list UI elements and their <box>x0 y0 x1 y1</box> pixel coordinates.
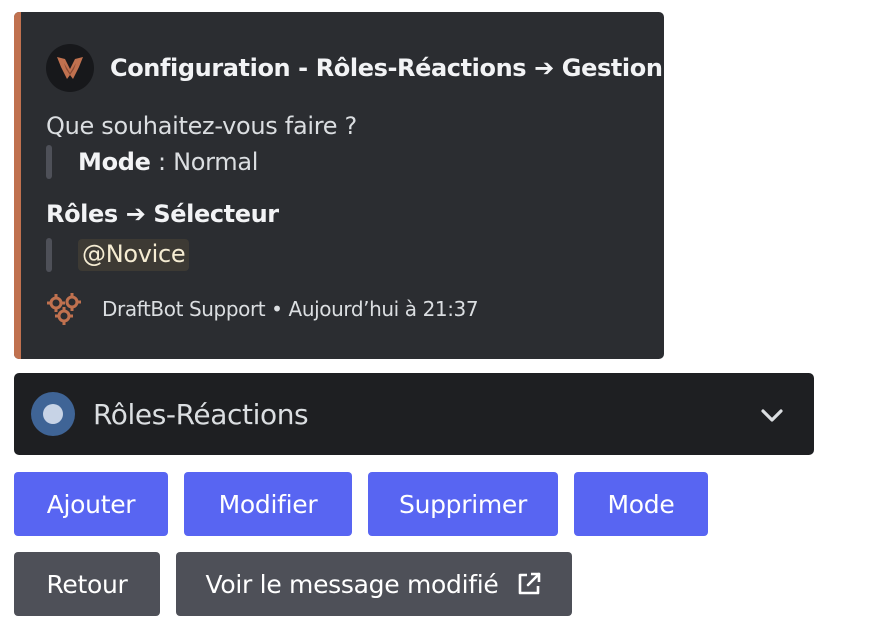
gears-icon <box>47 293 81 325</box>
embed-accent-bar <box>14 12 21 359</box>
voir-message-label: Voir le message modifié <box>205 569 499 599</box>
mode-label: Mode <box>78 148 151 176</box>
embed-author: Configuration - Rôles-Réactions ➔ Gestio… <box>46 44 663 92</box>
quote-bar <box>46 145 52 179</box>
draftbot-logo-icon <box>46 44 94 92</box>
circle-icon <box>31 392 75 436</box>
select-value: Rôles-Réactions <box>93 397 309 431</box>
embed-footer: DraftBot Support • Aujourd’hui à 21:37 <box>46 292 479 326</box>
field-title: Rôles ➔ Sélecteur <box>46 200 279 228</box>
footer-text: DraftBot Support • Aujourd’hui à 21:37 <box>102 297 479 321</box>
supprimer-button[interactable]: Supprimer <box>368 472 558 536</box>
mode-quote: Mode : Normal <box>46 145 258 179</box>
voir-message-button[interactable]: Voir le message modifié <box>176 552 572 616</box>
mode-button[interactable]: Mode <box>574 472 708 536</box>
retour-button[interactable]: Retour <box>14 552 160 616</box>
modifier-button[interactable]: Modifier <box>184 472 352 536</box>
embed-description: Que souhaitez-vous faire ? <box>46 112 357 140</box>
embed-card: Configuration - Rôles-Réactions ➔ Gestio… <box>14 12 664 359</box>
chevron-down-icon[interactable] <box>758 401 786 429</box>
roles-reactions-select[interactable]: Rôles-Réactions <box>14 373 814 455</box>
mode-separator: : <box>150 148 174 176</box>
mode-value: Normal <box>173 148 259 176</box>
roles-quote: @Novice <box>46 238 190 272</box>
role-mention[interactable]: @Novice <box>78 239 190 271</box>
embed-author-title: Configuration - Rôles-Réactions ➔ Gestio… <box>110 54 663 82</box>
mode-line: Mode : Normal <box>78 148 258 176</box>
quote-bar <box>46 238 52 272</box>
ajouter-button[interactable]: Ajouter <box>14 472 168 536</box>
external-link-icon <box>519 572 541 595</box>
